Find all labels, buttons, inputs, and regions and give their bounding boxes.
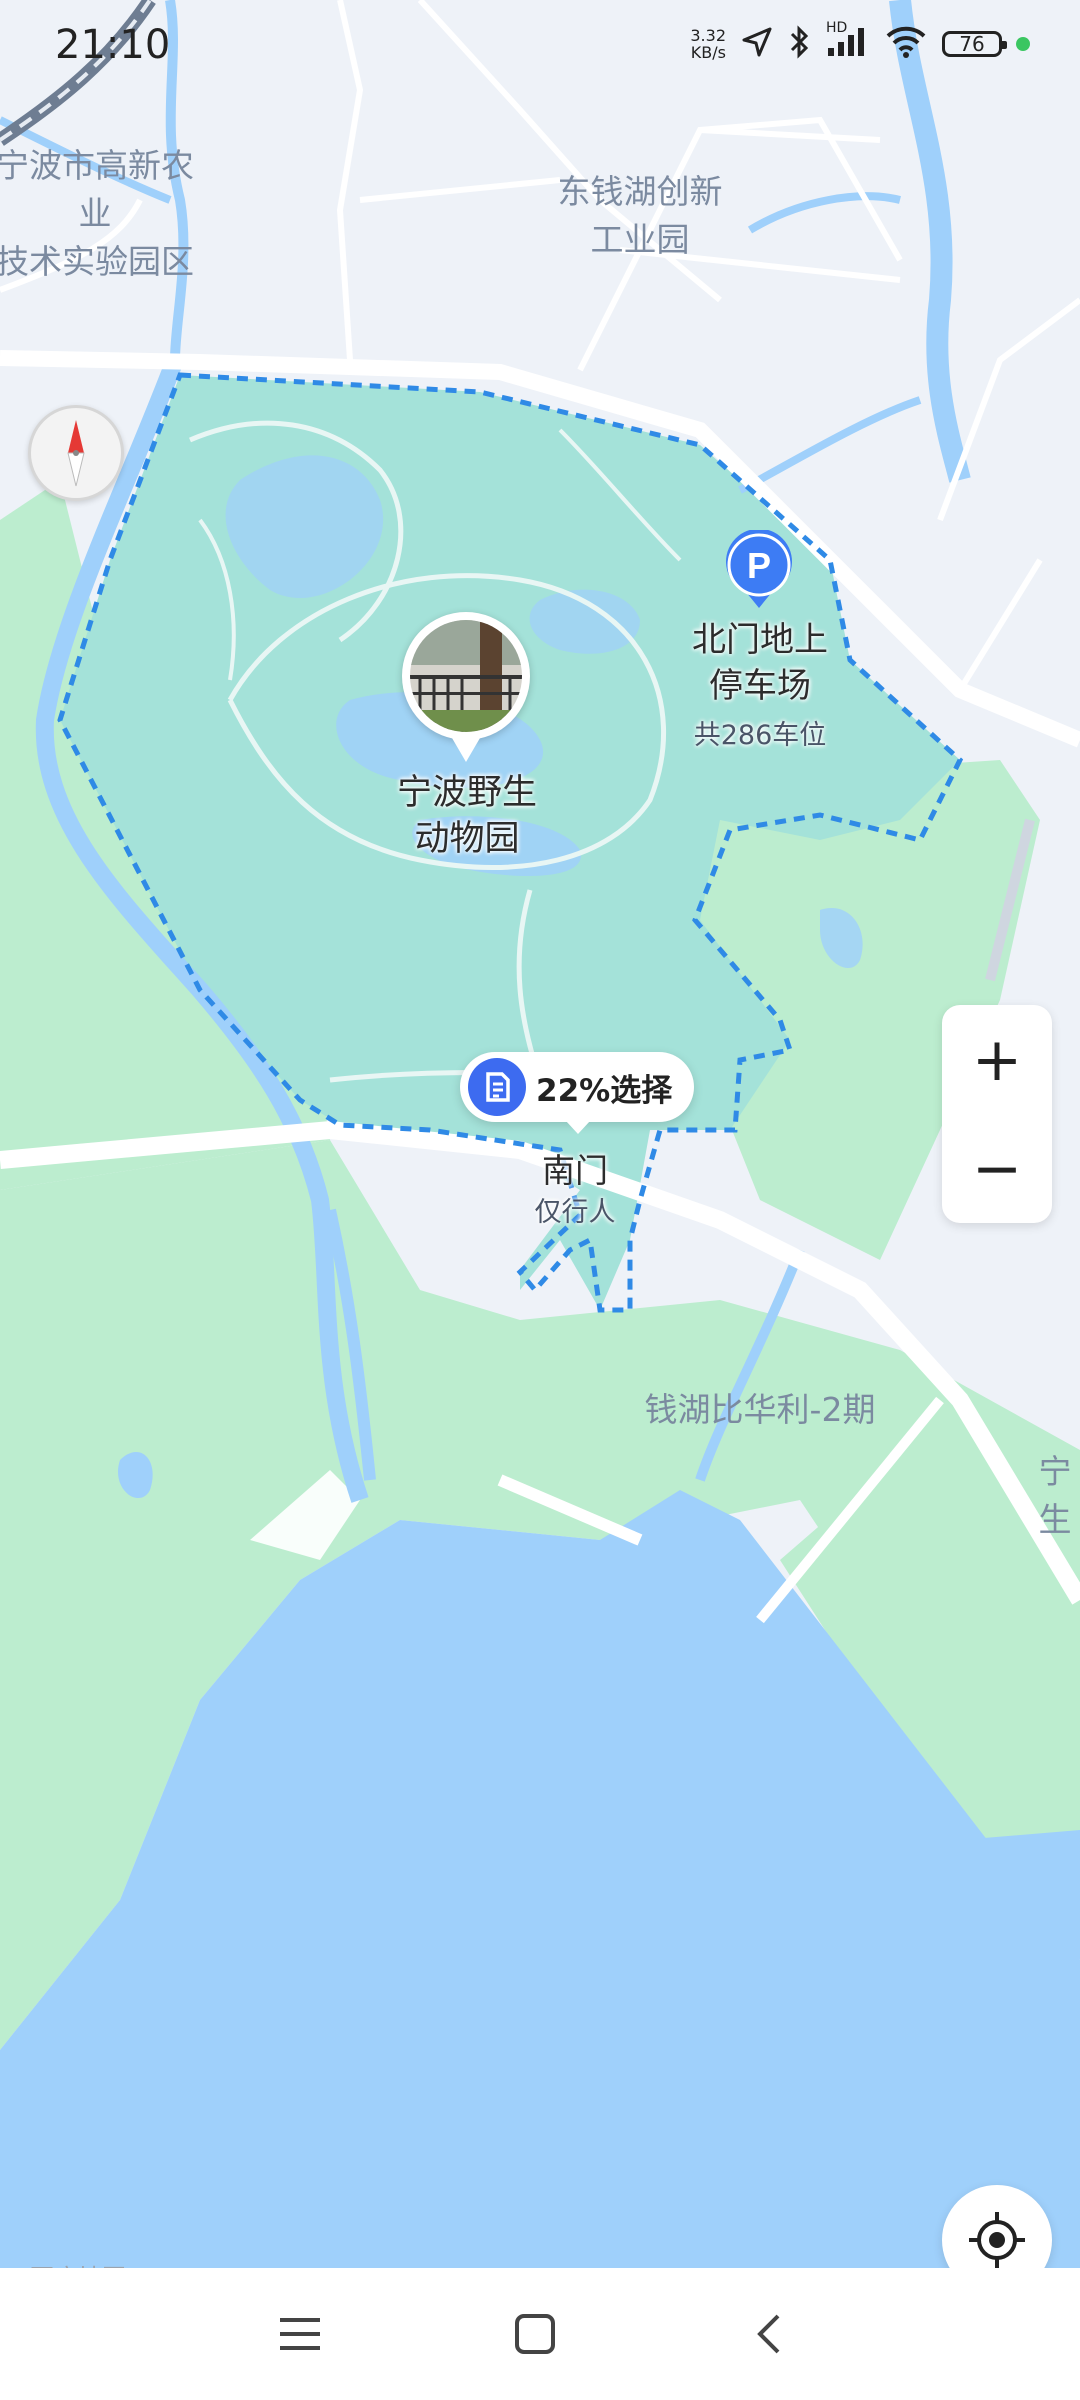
network-speed: 3.32 KB/s xyxy=(690,27,726,61)
privacy-dot xyxy=(1016,37,1030,51)
selection-badge[interactable]: 22%选择 xyxy=(460,1052,695,1134)
status-icons: 3.32 KB/s HD 76 xyxy=(690,20,1030,64)
area-label-agri-park: 宁波市高新农业 技术实验园区 xyxy=(0,146,194,281)
menu-nav-button[interactable] xyxy=(270,2304,330,2364)
south-gate-label[interactable]: 南门 xyxy=(494,1144,656,1192)
zoo-label[interactable]: 宁波野生 动物园 xyxy=(362,770,572,862)
area-label-innovation-park: 东钱湖创新 工业园 xyxy=(557,172,723,259)
bluetooth-icon xyxy=(788,24,812,64)
area-label-edge: 宁 生 xyxy=(1038,1452,1072,1539)
compass-button[interactable] xyxy=(28,405,124,501)
zoom-out-button[interactable]: − xyxy=(942,1114,1052,1223)
zoom-control: + − xyxy=(942,1005,1052,1223)
zoo-photo-marker[interactable] xyxy=(402,612,530,762)
parking-capacity: 共286车位 xyxy=(693,720,827,751)
list-doc-icon xyxy=(468,1058,526,1116)
south-gate-detail: 仅行人 xyxy=(534,1197,616,1228)
network-speed-unit: KB/s xyxy=(690,43,726,62)
hd-label: HD xyxy=(826,20,848,36)
battery-level: 76 xyxy=(959,32,985,56)
home-square-icon xyxy=(515,2314,555,2354)
zoo-photo xyxy=(410,620,522,732)
system-nav-bar xyxy=(0,2268,1080,2400)
home-nav-button[interactable] xyxy=(505,2304,565,2364)
menu-icon xyxy=(280,2318,320,2350)
network-speed-value: 3.32 xyxy=(690,26,726,45)
svg-text:P: P xyxy=(747,545,771,586)
crosshair-icon xyxy=(969,2212,1025,2268)
selection-badge-text: 22%选择 xyxy=(536,1072,673,1109)
back-chevron-icon xyxy=(757,2314,780,2354)
zoom-in-button[interactable]: + xyxy=(942,1005,1052,1114)
parking-marker[interactable]: P xyxy=(724,528,794,610)
back-nav-button[interactable] xyxy=(740,2304,800,2364)
status-bar: 21:10 3.32 KB/s HD 76 xyxy=(0,0,1080,100)
parking-label[interactable]: 北门地上 停车场 xyxy=(660,617,860,709)
battery-icon: 76 xyxy=(942,31,1007,57)
cell-signal-icon: HD xyxy=(826,20,870,62)
location-arrow-icon xyxy=(740,25,774,63)
compass-icon xyxy=(67,420,85,487)
wifi-icon xyxy=(884,24,928,64)
clock: 21:10 xyxy=(55,22,171,68)
area-label-residential: 钱湖比华利-2期 xyxy=(644,1390,876,1429)
